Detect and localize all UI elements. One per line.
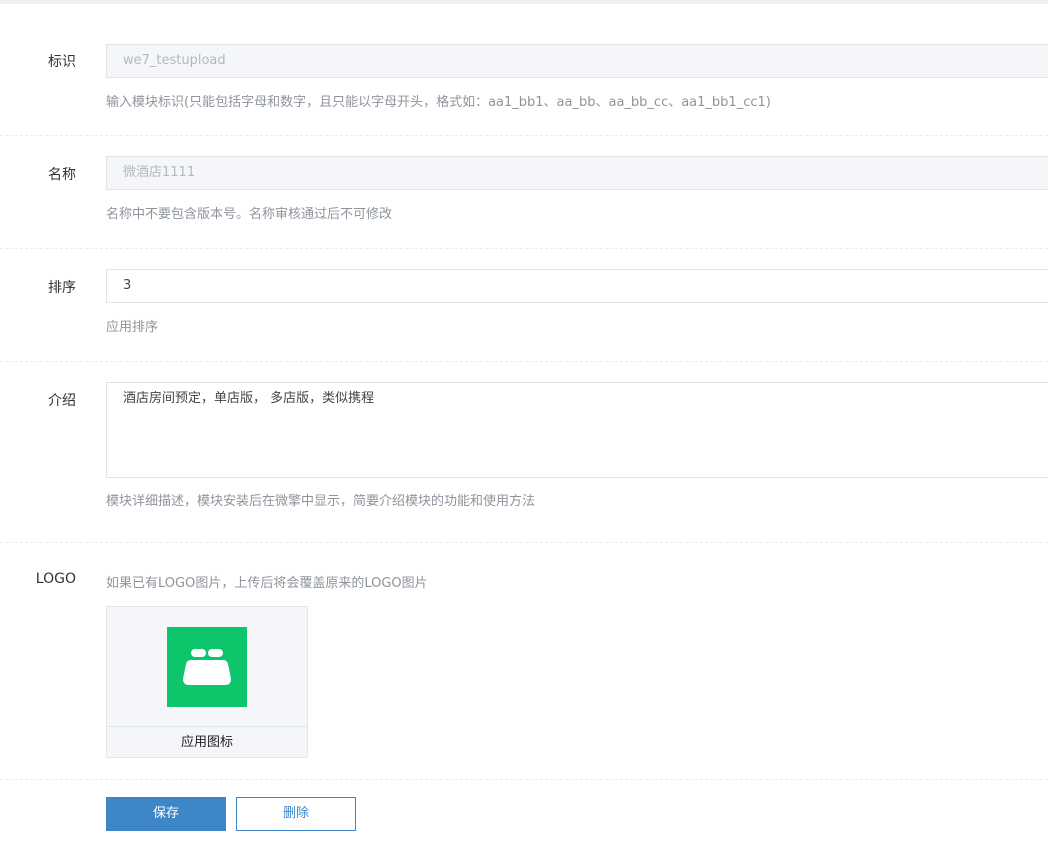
intro-row: 介绍 酒店房间预定，单店版， 多店版，类似携程 模块详细描述，模块安装后在微擎中… — [0, 362, 1048, 543]
name-help: 名称中不要包含版本号。名称审核通过后不可修改 — [106, 207, 393, 222]
name-input[interactable]: 微酒店1111 — [106, 156, 1048, 190]
order-help: 应用排序 — [106, 320, 159, 335]
identifier-input[interactable]: we7_testupload — [106, 44, 1048, 78]
name-label: 名称 — [48, 167, 76, 183]
identifier-row: 标识 we7_testupload 输入模块标识(只能包括字母和数字，且只能以字… — [0, 4, 1048, 136]
app-logo-image — [167, 627, 247, 707]
save-button[interactable]: 保存 — [106, 797, 226, 831]
logo-caption: 应用图标 — [107, 726, 307, 758]
name-row: 名称 微酒店1111 名称中不要包含版本号。名称审核通过后不可修改 — [0, 136, 1048, 249]
intro-label: 介绍 — [48, 393, 76, 409]
logo-label: LOGO — [35, 571, 76, 587]
order-row: 排序 3 应用排序 — [0, 249, 1048, 362]
bed-icon — [183, 649, 231, 685]
intro-textarea[interactable]: 酒店房间预定，单店版， 多店版，类似携程 — [106, 382, 1048, 478]
logo-upload-card[interactable]: 应用图标 — [106, 606, 308, 758]
order-input[interactable]: 3 — [106, 269, 1048, 303]
identifier-label: 标识 — [48, 54, 76, 70]
order-label: 排序 — [48, 280, 76, 296]
intro-help: 模块详细描述，模块安装后在微擎中显示，简要介绍模块的功能和使用方法 — [106, 494, 536, 509]
identifier-help: 输入模块标识(只能包括字母和数字，且只能以字母开头，格式如：aa1_bb1、aa… — [106, 95, 771, 110]
delete-button[interactable]: 删除 — [236, 797, 356, 831]
logo-help: 如果已有LOGO图片，上传后将会覆盖原来的LOGO图片 — [106, 576, 428, 591]
